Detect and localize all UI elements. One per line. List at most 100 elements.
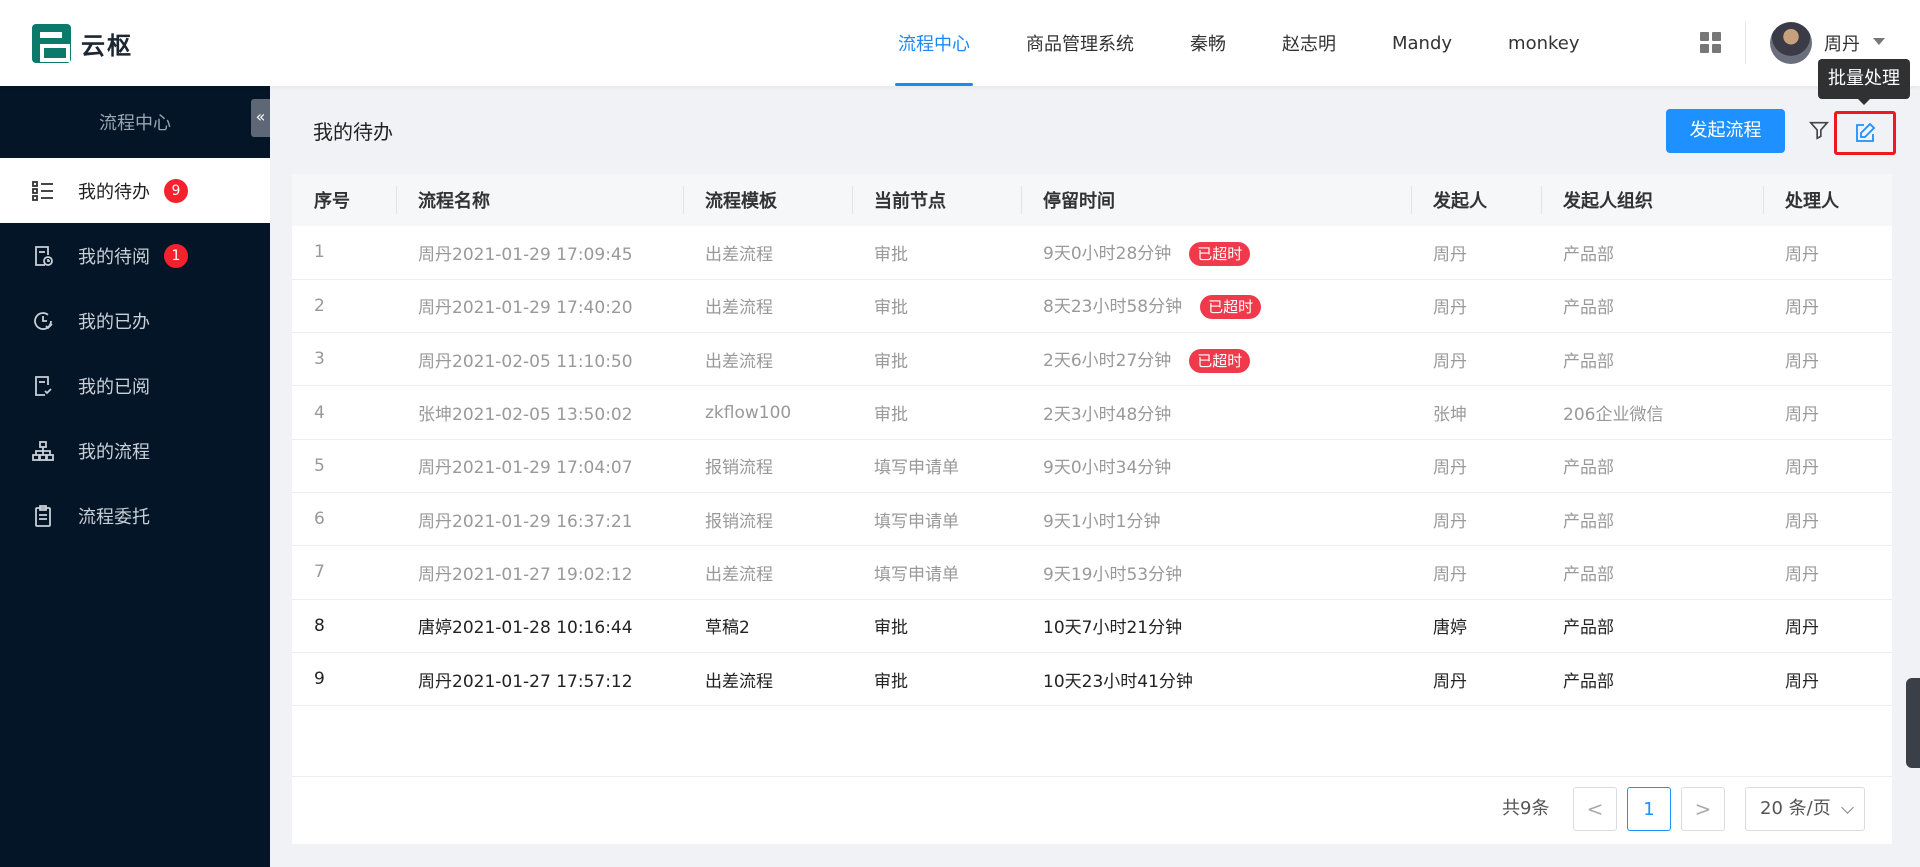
sidebar-item-label: 我的待办 — [78, 181, 150, 203]
sidebar-item-label: 流程委托 — [78, 506, 150, 528]
total-count: 共9条 — [1502, 798, 1550, 819]
start-flow-button[interactable]: 发起流程 — [1666, 109, 1785, 153]
filter-icon[interactable] — [1808, 119, 1830, 141]
doc-check-icon — [30, 373, 56, 399]
cell-flow-name[interactable]: 周丹2021-01-29 17:09:45 — [396, 226, 683, 280]
user-name[interactable]: 周丹 — [1824, 30, 1860, 56]
column-header-template: 流程模板 — [683, 174, 852, 226]
cell-handler-text: 周丹 — [1785, 244, 1819, 265]
app-logo[interactable]: 云枢 — [32, 24, 133, 63]
cell-handler: 周丹 — [1763, 492, 1892, 547]
cell-flow-name[interactable]: 张坤2021-02-05 13:50:02 — [396, 385, 683, 440]
cell-template: 出差流程 — [683, 226, 852, 280]
cell-initiator: 周丹 — [1411, 332, 1541, 387]
org-chart-icon — [30, 438, 56, 464]
cell-stay-time: 10天7小时21分钟 — [1021, 599, 1411, 653]
topnav-item-monkey[interactable]: monkey — [1480, 0, 1607, 86]
cell-template-text: zkflow100 — [705, 402, 792, 423]
topnav-item-mandy[interactable]: Mandy — [1364, 0, 1480, 86]
topnav-item-flow-center[interactable]: 流程中心 — [870, 0, 998, 86]
cell-initiator-org: 产品部 — [1541, 545, 1763, 600]
cell-no-text: 3 — [314, 349, 325, 370]
prev-page-button[interactable]: < — [1573, 787, 1617, 831]
cell-template: 出差流程 — [683, 332, 852, 387]
table-row[interactable]: 9 周丹2021-01-27 17:57:12 出差流程 审批 10天23小时41分钟 周… — [292, 652, 1892, 707]
batch-process-button[interactable] — [1834, 111, 1896, 155]
cell-flow-name-text: 周丹2021-01-29 17:09:45 — [418, 244, 633, 265]
sidebar-item-my-read[interactable]: 我的已阅 — [0, 353, 270, 418]
avatar[interactable] — [1770, 22, 1812, 64]
cell-no-text: 5 — [314, 455, 325, 476]
cell-no: 2 — [292, 279, 396, 334]
cell-flow-name[interactable]: 周丹2021-01-29 16:37:21 — [396, 492, 683, 547]
topnav-item-zhaozhiming[interactable]: 赵志明 — [1254, 0, 1364, 86]
cell-stay-time: 9天0小时28分钟 已超时 — [1021, 226, 1411, 280]
cell-flow-name[interactable]: 周丹2021-01-27 17:57:12 — [396, 652, 683, 707]
side-scroll-handle[interactable] — [1906, 678, 1920, 768]
cell-handler-text: 周丹 — [1785, 351, 1819, 372]
cell-initiator-text: 周丹 — [1433, 458, 1467, 479]
cell-template-text: 出差流程 — [705, 298, 773, 319]
cell-initiator-text: 张坤 — [1433, 405, 1467, 426]
sidebar-item-delegation[interactable]: 流程委托 — [0, 483, 270, 548]
cell-initiator: 周丹 — [1411, 279, 1541, 334]
cell-initiator-text: 周丹 — [1433, 298, 1467, 319]
table-row[interactable]: 6 周丹2021-01-29 16:37:21 报销流程 填写申请单 9天1小时1分钟 周… — [292, 492, 1892, 547]
doc-clock-icon — [30, 243, 56, 269]
cell-handler-text: 周丹 — [1785, 405, 1819, 426]
cell-flow-name[interactable]: 唐婷2021-01-28 10:16:44 — [396, 599, 683, 653]
cell-current-node-text: 填写申请单 — [874, 458, 959, 479]
chevron-down-icon[interactable] — [1873, 38, 1885, 45]
next-page-button[interactable]: > — [1681, 787, 1725, 831]
cell-current-node-text: 填写申请单 — [874, 511, 959, 532]
cell-initiator-org: 206企业微信 — [1541, 385, 1763, 440]
column-header-handler: 处理人 — [1763, 174, 1892, 226]
cell-initiator-org: 产品部 — [1541, 492, 1763, 547]
cell-template: 报销流程 — [683, 439, 852, 493]
sidebar-item-label: 我的已办 — [78, 311, 150, 333]
table-row[interactable]: 8 唐婷2021-01-28 10:16:44 草稿2 审批 10天7小时21分钟 唐婷 产… — [292, 599, 1892, 653]
sidebar-item-my-done[interactable]: 我的已办 — [0, 288, 270, 353]
cell-no-text: 8 — [314, 615, 325, 636]
cell-flow-name[interactable]: 周丹2021-02-05 11:10:50 — [396, 332, 683, 387]
app-grid-icon[interactable] — [1700, 32, 1721, 53]
table-row[interactable]: 4 张坤2021-02-05 13:50:02 zkflow100 审批 2天3小时48… — [292, 385, 1892, 440]
table-row[interactable]: 7 周丹2021-01-27 19:02:12 出差流程 填写申请单 9天19小时53分… — [292, 545, 1892, 600]
cell-current-node: 审批 — [852, 385, 1021, 440]
cell-stay-time-text: 2天3小时48分钟 — [1043, 405, 1172, 426]
to-read-count-badge: 1 — [164, 243, 188, 268]
sidebar-item-my-todo[interactable]: 我的待办 9 — [0, 158, 270, 223]
cell-flow-name[interactable]: 周丹2021-01-29 17:04:07 — [396, 439, 683, 493]
topnav-item-qinchang[interactable]: 秦畅 — [1162, 0, 1254, 86]
page-size-select[interactable]: 20 条/页 — [1745, 787, 1865, 831]
cell-no-text: 7 — [314, 562, 325, 583]
cell-flow-name[interactable]: 周丹2021-01-29 17:40:20 — [396, 279, 683, 334]
table-row[interactable]: 1 周丹2021-01-29 17:09:45 出差流程 审批 9天0小时28分钟 已超时… — [292, 226, 1892, 280]
cell-template-text: 草稿2 — [705, 618, 750, 639]
todo-count-badge: 9 — [164, 178, 188, 203]
cell-template-text: 出差流程 — [705, 564, 773, 585]
cell-no-text: 9 — [314, 669, 325, 690]
topnav-item-goods-management[interactable]: 商品管理系统 — [998, 0, 1162, 86]
sidebar-item-my-to-read[interactable]: 我的待阅 1 — [0, 223, 270, 288]
cell-flow-name[interactable]: 周丹2021-01-27 19:02:12 — [396, 545, 683, 600]
column-header-current-node: 当前节点 — [852, 174, 1021, 226]
cell-flow-name-text: 周丹2021-01-27 19:02:12 — [418, 564, 633, 585]
cell-initiator-org: 产品部 — [1541, 226, 1763, 280]
sidebar-item-my-flows[interactable]: 我的流程 — [0, 418, 270, 483]
cell-flow-name-text: 周丹2021-02-05 11:10:50 — [418, 351, 633, 372]
cell-initiator: 张坤 — [1411, 385, 1541, 440]
sidebar-collapse-button[interactable]: « — [251, 99, 270, 137]
cell-template: 出差流程 — [683, 279, 852, 334]
cell-initiator-org-text: 产品部 — [1563, 351, 1614, 372]
cell-stay-time: 9天0小时34分钟 — [1021, 439, 1411, 493]
cell-initiator-org: 产品部 — [1541, 279, 1763, 334]
cell-stay-time-text: 9天0小时28分钟 — [1043, 243, 1172, 264]
cell-initiator-text: 周丹 — [1433, 244, 1467, 265]
cell-current-node-text: 审批 — [874, 405, 908, 426]
table-row[interactable]: 2 周丹2021-01-29 17:40:20 出差流程 审批 8天23小时58分钟 已超… — [292, 279, 1892, 334]
table-row[interactable]: 3 周丹2021-02-05 11:10:50 出差流程 审批 2天6小时27分钟 已超时… — [292, 332, 1892, 387]
table-row[interactable]: 5 周丹2021-01-29 17:04:07 报销流程 填写申请单 9天0小时34分钟… — [292, 439, 1892, 493]
page-1-button[interactable]: 1 — [1627, 787, 1671, 831]
cell-current-node-text: 审批 — [874, 244, 908, 265]
